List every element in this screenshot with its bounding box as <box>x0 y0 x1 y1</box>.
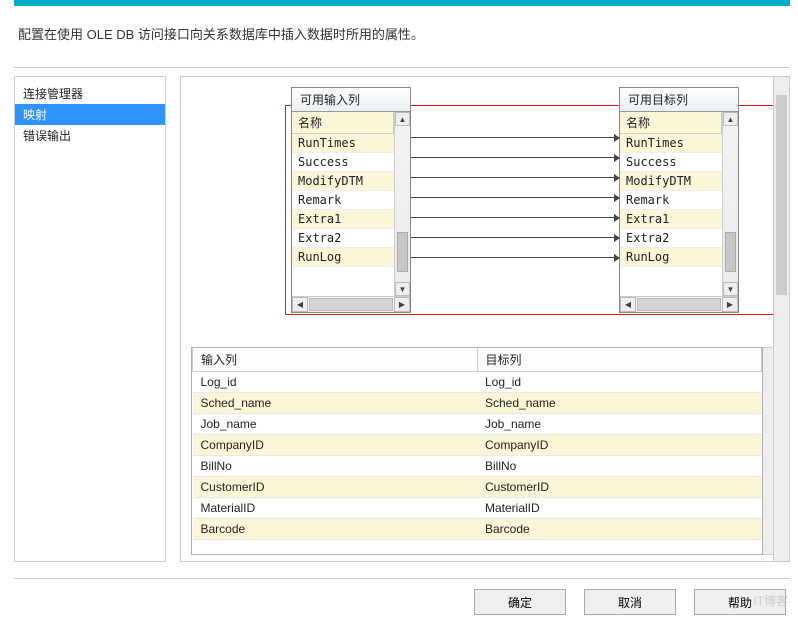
mapping-arrow[interactable] <box>411 257 619 258</box>
mapping-arrow[interactable] <box>411 137 619 138</box>
input-col-cell[interactable]: Barcode <box>193 519 478 540</box>
help-button[interactable]: 帮助 <box>694 589 786 615</box>
scroll-up-icon[interactable]: ▲ <box>395 112 410 126</box>
table-row[interactable]: Sched_nameSched_name <box>193 393 762 414</box>
input-scrollbar[interactable]: ▲ ▼ <box>394 112 410 296</box>
grid-col-input[interactable]: 输入列 <box>193 348 478 372</box>
table-row[interactable]: CompanyIDCompanyID <box>193 435 762 456</box>
cancel-button[interactable]: 取消 <box>584 589 676 615</box>
panel-thumb[interactable] <box>776 95 787 295</box>
target-col-cell[interactable]: MaterialID <box>477 498 762 519</box>
mapping-arrow[interactable] <box>411 217 619 218</box>
target-column-item[interactable]: RunTimes <box>620 134 722 153</box>
target-col-cell[interactable]: Job_name <box>477 414 762 435</box>
sidebar: 连接管理器 映射 错误输出 <box>14 76 166 562</box>
target-col-cell[interactable]: CustomerID <box>477 477 762 498</box>
sidebar-item-connection[interactable]: 连接管理器 <box>15 83 165 104</box>
input-column-item[interactable]: ModifyDTM <box>292 172 394 191</box>
scroll-up-icon[interactable]: ▲ <box>723 112 738 126</box>
scroll-down-icon[interactable]: ▼ <box>395 282 410 296</box>
available-input-columns: 可用输入列 名称 RunTimesSuccessModifyDTMRemarkE… <box>291 87 411 313</box>
scroll-thumb[interactable] <box>725 232 736 272</box>
mapping-designer: 可用输入列 名称 RunTimesSuccessModifyDTMRemarkE… <box>191 87 779 329</box>
divider <box>14 67 790 68</box>
target-list-title: 可用目标列 <box>620 88 738 112</box>
input-col-cell[interactable]: Sched_name <box>193 393 478 414</box>
table-row[interactable]: Log_idLog_id <box>193 372 762 393</box>
mapping-grid[interactable]: 输入列 目标列 Log_idLog_idSched_nameSched_name… <box>191 347 763 555</box>
input-column-item[interactable]: RunLog <box>292 248 394 267</box>
footer: 确定 取消 帮助 <box>14 578 790 625</box>
mapping-arrow[interactable] <box>411 157 619 158</box>
available-target-columns: 可用目标列 名称 RunTimesSuccessModifyDTMRemarkE… <box>619 87 739 313</box>
scroll-left-icon[interactable]: ◀ <box>620 297 636 312</box>
input-column-item[interactable]: Extra1 <box>292 210 394 229</box>
scroll-down-icon[interactable]: ▼ <box>723 282 738 296</box>
target-column-item[interactable]: Extra2 <box>620 229 722 248</box>
table-row[interactable]: MaterialIDMaterialID <box>193 498 762 519</box>
panel-scrollbar[interactable] <box>773 77 789 561</box>
target-name-header: 名称 <box>620 112 722 134</box>
input-list-title: 可用输入列 <box>292 88 410 112</box>
input-col-cell[interactable]: Job_name <box>193 414 478 435</box>
sidebar-item-error-output[interactable]: 错误输出 <box>15 125 165 146</box>
target-col-cell[interactable]: Log_id <box>477 372 762 393</box>
input-column-item[interactable]: Success <box>292 153 394 172</box>
input-col-cell[interactable]: CustomerID <box>193 477 478 498</box>
table-row[interactable]: BarcodeBarcode <box>193 519 762 540</box>
table-row[interactable]: CustomerIDCustomerID <box>193 477 762 498</box>
table-row[interactable]: Job_nameJob_name <box>193 414 762 435</box>
scroll-left-icon[interactable]: ◀ <box>292 297 308 312</box>
input-column-item[interactable]: Extra2 <box>292 229 394 248</box>
input-col-cell[interactable]: CompanyID <box>193 435 478 456</box>
input-col-cell[interactable]: Log_id <box>193 372 478 393</box>
target-column-item[interactable]: ModifyDTM <box>620 172 722 191</box>
grid-col-target[interactable]: 目标列 <box>477 348 762 372</box>
target-scrollbar[interactable]: ▲ ▼ <box>722 112 738 296</box>
content-panel: 可用输入列 名称 RunTimesSuccessModifyDTMRemarkE… <box>180 76 790 562</box>
scroll-right-icon[interactable]: ▶ <box>722 297 738 312</box>
target-column-item[interactable]: Success <box>620 153 722 172</box>
target-col-cell[interactable]: CompanyID <box>477 435 762 456</box>
target-col-cell[interactable]: Sched_name <box>477 393 762 414</box>
table-row[interactable]: BillNoBillNo <box>193 456 762 477</box>
target-column-item[interactable]: Extra1 <box>620 210 722 229</box>
page-description: 配置在使用 OLE DB 访问接口向关系数据库中插入数据时所用的属性。 <box>0 6 798 53</box>
sidebar-item-mapping[interactable]: 映射 <box>15 104 165 125</box>
input-col-cell[interactable]: BillNo <box>193 456 478 477</box>
scroll-hthumb[interactable] <box>637 298 721 311</box>
ok-button[interactable]: 确定 <box>474 589 566 615</box>
scroll-hthumb[interactable] <box>309 298 393 311</box>
scroll-thumb[interactable] <box>397 232 408 272</box>
mapping-arrow[interactable] <box>411 197 619 198</box>
scroll-right-icon[interactable]: ▶ <box>394 297 410 312</box>
input-col-cell[interactable]: MaterialID <box>193 498 478 519</box>
mapping-arrow[interactable] <box>411 237 619 238</box>
target-column-item[interactable]: Remark <box>620 191 722 210</box>
mapping-arrow[interactable] <box>411 177 619 178</box>
target-column-item[interactable]: RunLog <box>620 248 722 267</box>
target-col-cell[interactable]: Barcode <box>477 519 762 540</box>
target-hscroll[interactable]: ◀ ▶ <box>620 296 738 312</box>
main-area: 连接管理器 映射 错误输出 可用输入列 名称 RunTimesSuccessMo… <box>14 76 790 562</box>
mapping-grid-wrap: 输入列 目标列 Log_idLog_idSched_nameSched_name… <box>191 347 779 555</box>
target-col-cell[interactable]: BillNo <box>477 456 762 477</box>
input-column-item[interactable]: RunTimes <box>292 134 394 153</box>
input-column-item[interactable]: Remark <box>292 191 394 210</box>
input-name-header: 名称 <box>292 112 394 134</box>
input-hscroll[interactable]: ◀ ▶ <box>292 296 410 312</box>
